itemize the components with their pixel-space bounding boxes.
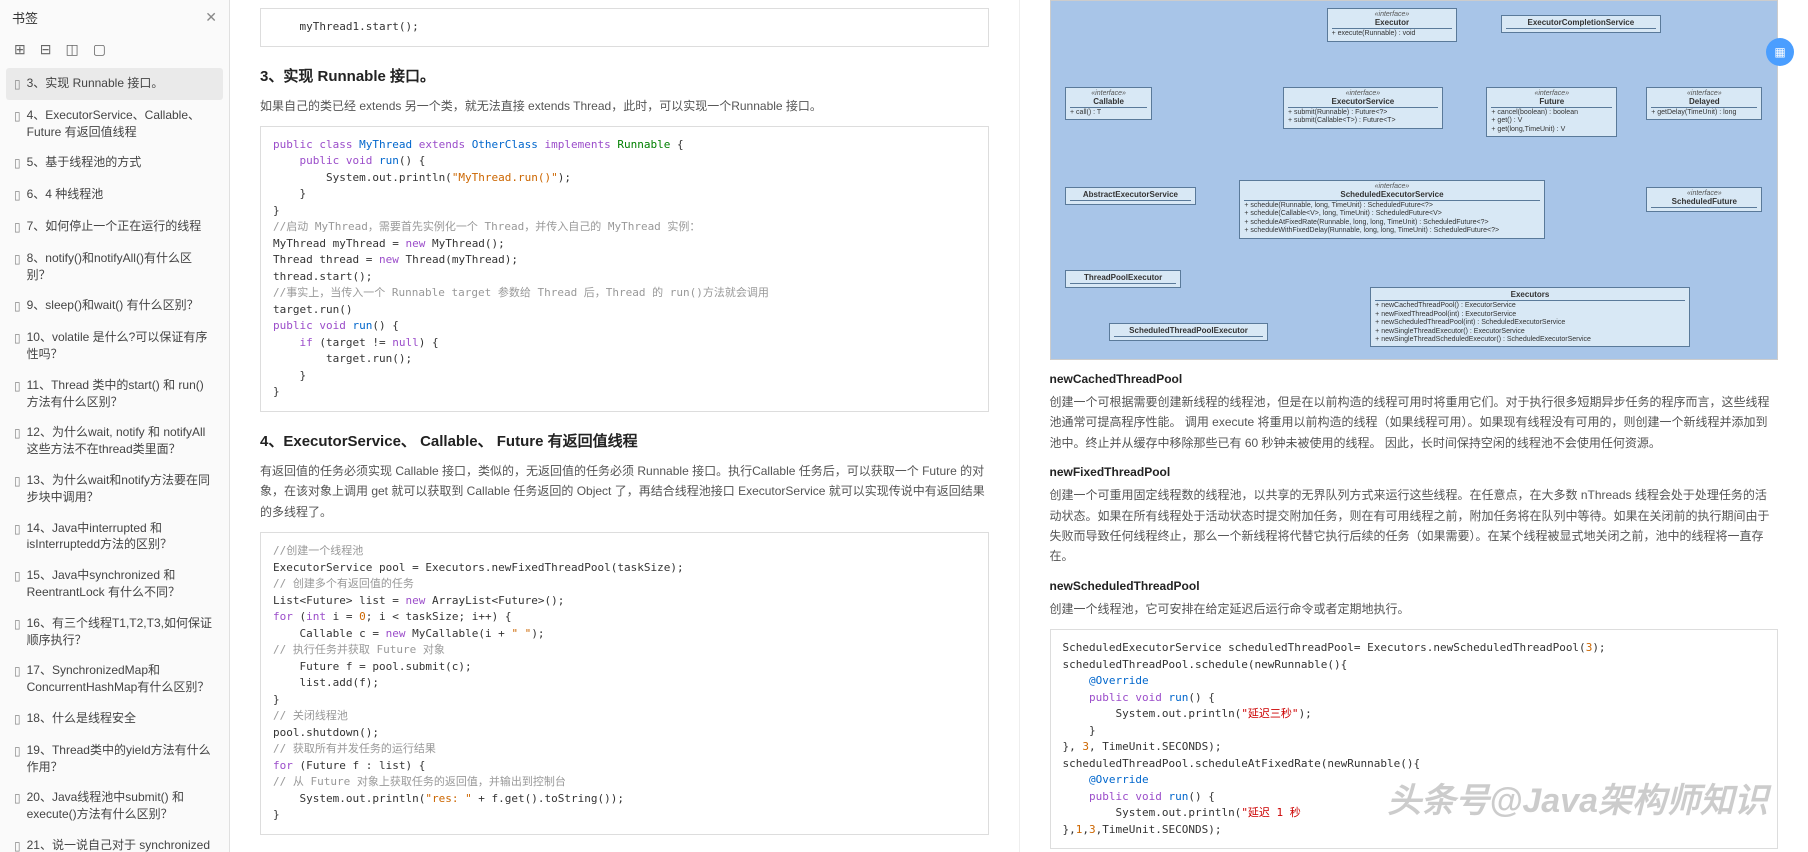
sched-pool-heading: newScheduledThreadPool bbox=[1050, 579, 1779, 593]
bookmark-ribbon-icon: ▯ bbox=[14, 76, 21, 93]
bookmark-item[interactable]: ▯ 7、如何停止一个正在运行的线程 bbox=[6, 211, 223, 243]
bookmark-ribbon-icon: ▯ bbox=[14, 616, 21, 633]
bookmark-ribbon-icon: ▯ bbox=[14, 711, 21, 728]
section-4-para: 有返回值的任务必须实现 Callable 接口，类似的，无返回值的任务必须 Ru… bbox=[260, 461, 989, 522]
bookmark-item[interactable]: ▯ 12、为什么wait, notify 和 notifyAll这些方法不在thr… bbox=[6, 417, 223, 465]
bookmark-item[interactable]: ▯ 21、说一说自己对于 synchronized 关键字的了解 bbox=[6, 830, 223, 852]
bookmark-label: 13、为什么wait和notify方法要在同步块中调用？ bbox=[27, 472, 215, 506]
bookmark-item[interactable]: ▯ 8、notify()和notifyAll()有什么区别？ bbox=[6, 243, 223, 291]
fixed-pool-para: 创建一个可重用固定线程数的线程池，以共享的无界队列方式来运行这些线程。在任意点，… bbox=[1050, 485, 1779, 567]
bookmark-label: 6、4 种线程池 bbox=[27, 186, 104, 203]
bookmark-label: 8、notify()和notifyAll()有什么区别？ bbox=[27, 250, 215, 284]
code-block-1: public class MyThread extends OtherClass… bbox=[260, 126, 989, 412]
bookmark-item[interactable]: ▯ 18、什么是线程安全 bbox=[6, 703, 223, 735]
sched-pool-para: 创建一个线程池，它可安排在给定延迟后运行命令或者定期地执行。 bbox=[1050, 599, 1779, 619]
collapse-all-icon[interactable]: ⊟ bbox=[40, 41, 52, 58]
bookmark-ribbon-icon: ▯ bbox=[14, 298, 21, 315]
sidebar-header: 书签 ✕ bbox=[0, 0, 229, 35]
bookmark-ribbon-icon: ▯ bbox=[14, 521, 21, 538]
bookmark-label: 18、什么是线程安全 bbox=[27, 710, 136, 727]
bookmark-item[interactable]: ▯ 20、Java线程池中submit() 和 execute()方法有什么区别？ bbox=[6, 782, 223, 830]
cached-pool-heading: newCachedThreadPool bbox=[1050, 372, 1779, 386]
bookmark-label: 20、Java线程池中submit() 和 execute()方法有什么区别？ bbox=[27, 789, 215, 823]
bookmark-ribbon-icon: ▯ bbox=[14, 425, 21, 442]
bookmark-ribbon-icon: ▯ bbox=[14, 330, 21, 347]
bookmark-item[interactable]: ▯ 9、sleep()和wait() 有什么区别？ bbox=[6, 290, 223, 322]
bookmark-label: 9、sleep()和wait() 有什么区别？ bbox=[27, 297, 199, 314]
bookmark-label: 12、为什么wait, notify 和 notifyAll这些方法不在thre… bbox=[27, 424, 215, 458]
bookmark-item[interactable]: ▯ 19、Thread类中的yield方法有什么作用？ bbox=[6, 735, 223, 783]
bookmark-ribbon-icon: ▯ bbox=[14, 108, 21, 125]
fab-button[interactable]: ▦ bbox=[1766, 38, 1794, 66]
uml-diagram: «interface»Executor+ execute(Runnable) :… bbox=[1050, 0, 1779, 360]
section-4-heading: 4、ExecutorService、 Callable、 Future 有返回值… bbox=[260, 430, 989, 451]
bookmark-ribbon-icon: ▯ bbox=[14, 838, 21, 852]
bookmark-label: 19、Thread类中的yield方法有什么作用？ bbox=[27, 742, 215, 776]
bookmark-item[interactable]: ▯ 16、有三个线程T1,T2,T3,如何保证顺序执行？ bbox=[6, 608, 223, 656]
sidebar-toolbar: ⊞ ⊟ ◫ ▢ bbox=[0, 35, 229, 68]
bookmark-item[interactable]: ▯ 5、基于线程池的方式 bbox=[6, 147, 223, 179]
bookmark-ribbon-icon: ▯ bbox=[14, 219, 21, 236]
bookmark-ribbon-icon: ▯ bbox=[14, 663, 21, 680]
code-block-0: myThread1.start(); bbox=[260, 8, 989, 47]
bookmark-label: 21、说一说自己对于 synchronized 关键字的了解 bbox=[27, 837, 215, 852]
content-area: myThread1.start(); 3、实现 Runnable 接口。 如果自… bbox=[230, 0, 1808, 852]
bookmark-ribbon-icon: ▯ bbox=[14, 378, 21, 395]
sidebar-title: 书签 bbox=[12, 8, 38, 27]
bookmark-label: 15、Java中synchronized 和 ReentrantLock 有什么… bbox=[27, 567, 215, 601]
bookmark-ribbon-icon: ▯ bbox=[14, 251, 21, 268]
right-column[interactable]: «interface»Executor+ execute(Runnable) :… bbox=[1020, 0, 1808, 852]
bookmark-ribbon-icon: ▯ bbox=[14, 155, 21, 172]
bookmark-ribbon-icon: ▯ bbox=[14, 743, 21, 760]
bookmark-item[interactable]: ▯ 15、Java中synchronized 和 ReentrantLock 有什… bbox=[6, 560, 223, 608]
cached-pool-para: 创建一个可根据需要创建新线程的线程池，但是在以前构造的线程可用时将重用它们。对于… bbox=[1050, 392, 1779, 453]
bookmark-item[interactable]: ▯ 4、ExecutorService、Callable、Future 有返回值线… bbox=[6, 100, 223, 148]
bookmark-ribbon-icon: ▯ bbox=[14, 187, 21, 204]
bookmark-item[interactable]: ▯ 3、实现 Runnable 接口。 bbox=[6, 68, 223, 100]
bookmarks-sidebar: 书签 ✕ ⊞ ⊟ ◫ ▢ ▯ 3、实现 Runnable 接口。 ▯ 4、Execut… bbox=[0, 0, 230, 852]
bookmark-outline-icon[interactable]: ▢ bbox=[93, 41, 106, 58]
bookmark-label: 5、基于线程池的方式 bbox=[27, 154, 142, 171]
section-3-para: 如果自己的类已经 extends 另一个类，就无法直接 extends Thre… bbox=[260, 96, 989, 116]
code-block-2: //创建一个线程池 ExecutorService pool = Executo… bbox=[260, 532, 989, 835]
bookmark-ribbon-icon: ▯ bbox=[14, 790, 21, 807]
bookmark-item[interactable]: ▯ 11、Thread 类中的start() 和 run()方法有什么区别？ bbox=[6, 370, 223, 418]
bookmark-label: 14、Java中interrupted 和 isInterruptedd方法的区… bbox=[27, 520, 215, 554]
bookmark-label: 16、有三个线程T1,T2,T3,如何保证顺序执行？ bbox=[27, 615, 215, 649]
fixed-pool-heading: newFixedThreadPool bbox=[1050, 465, 1779, 479]
section-3-heading: 3、实现 Runnable 接口。 bbox=[260, 65, 989, 86]
bookmark-icon[interactable]: ◫ bbox=[65, 41, 78, 58]
bookmark-list[interactable]: ▯ 3、实现 Runnable 接口。 ▯ 4、ExecutorService、Cal… bbox=[0, 68, 229, 852]
left-column[interactable]: myThread1.start(); 3、实现 Runnable 接口。 如果自… bbox=[230, 0, 1020, 852]
bookmark-label: 17、SynchronizedMap和ConcurrentHashMap有什么区… bbox=[27, 662, 215, 696]
bookmark-label: 4、ExecutorService、Callable、Future 有返回值线程 bbox=[27, 107, 215, 141]
bookmark-ribbon-icon: ▯ bbox=[14, 473, 21, 490]
code-block-4: ScheduledExecutorService scheduledThread… bbox=[1050, 629, 1779, 849]
bookmark-label: 7、如何停止一个正在运行的线程 bbox=[27, 218, 202, 235]
bookmark-label: 3、实现 Runnable 接口。 bbox=[27, 75, 164, 92]
close-icon[interactable]: ✕ bbox=[205, 9, 217, 26]
bookmark-item[interactable]: ▯ 10、volatile 是什么?可以保证有序性吗？ bbox=[6, 322, 223, 370]
bookmark-item[interactable]: ▯ 17、SynchronizedMap和ConcurrentHashMap有什么… bbox=[6, 655, 223, 703]
bookmark-item[interactable]: ▯ 14、Java中interrupted 和 isInterruptedd方法的… bbox=[6, 513, 223, 561]
expand-all-icon[interactable]: ⊞ bbox=[14, 41, 26, 58]
bookmark-item[interactable]: ▯ 6、4 种线程池 bbox=[6, 179, 223, 211]
bookmark-label: 10、volatile 是什么?可以保证有序性吗？ bbox=[27, 329, 215, 363]
bookmark-item[interactable]: ▯ 13、为什么wait和notify方法要在同步块中调用？ bbox=[6, 465, 223, 513]
bookmark-label: 11、Thread 类中的start() 和 run()方法有什么区别？ bbox=[27, 377, 215, 411]
bookmark-ribbon-icon: ▯ bbox=[14, 568, 21, 585]
